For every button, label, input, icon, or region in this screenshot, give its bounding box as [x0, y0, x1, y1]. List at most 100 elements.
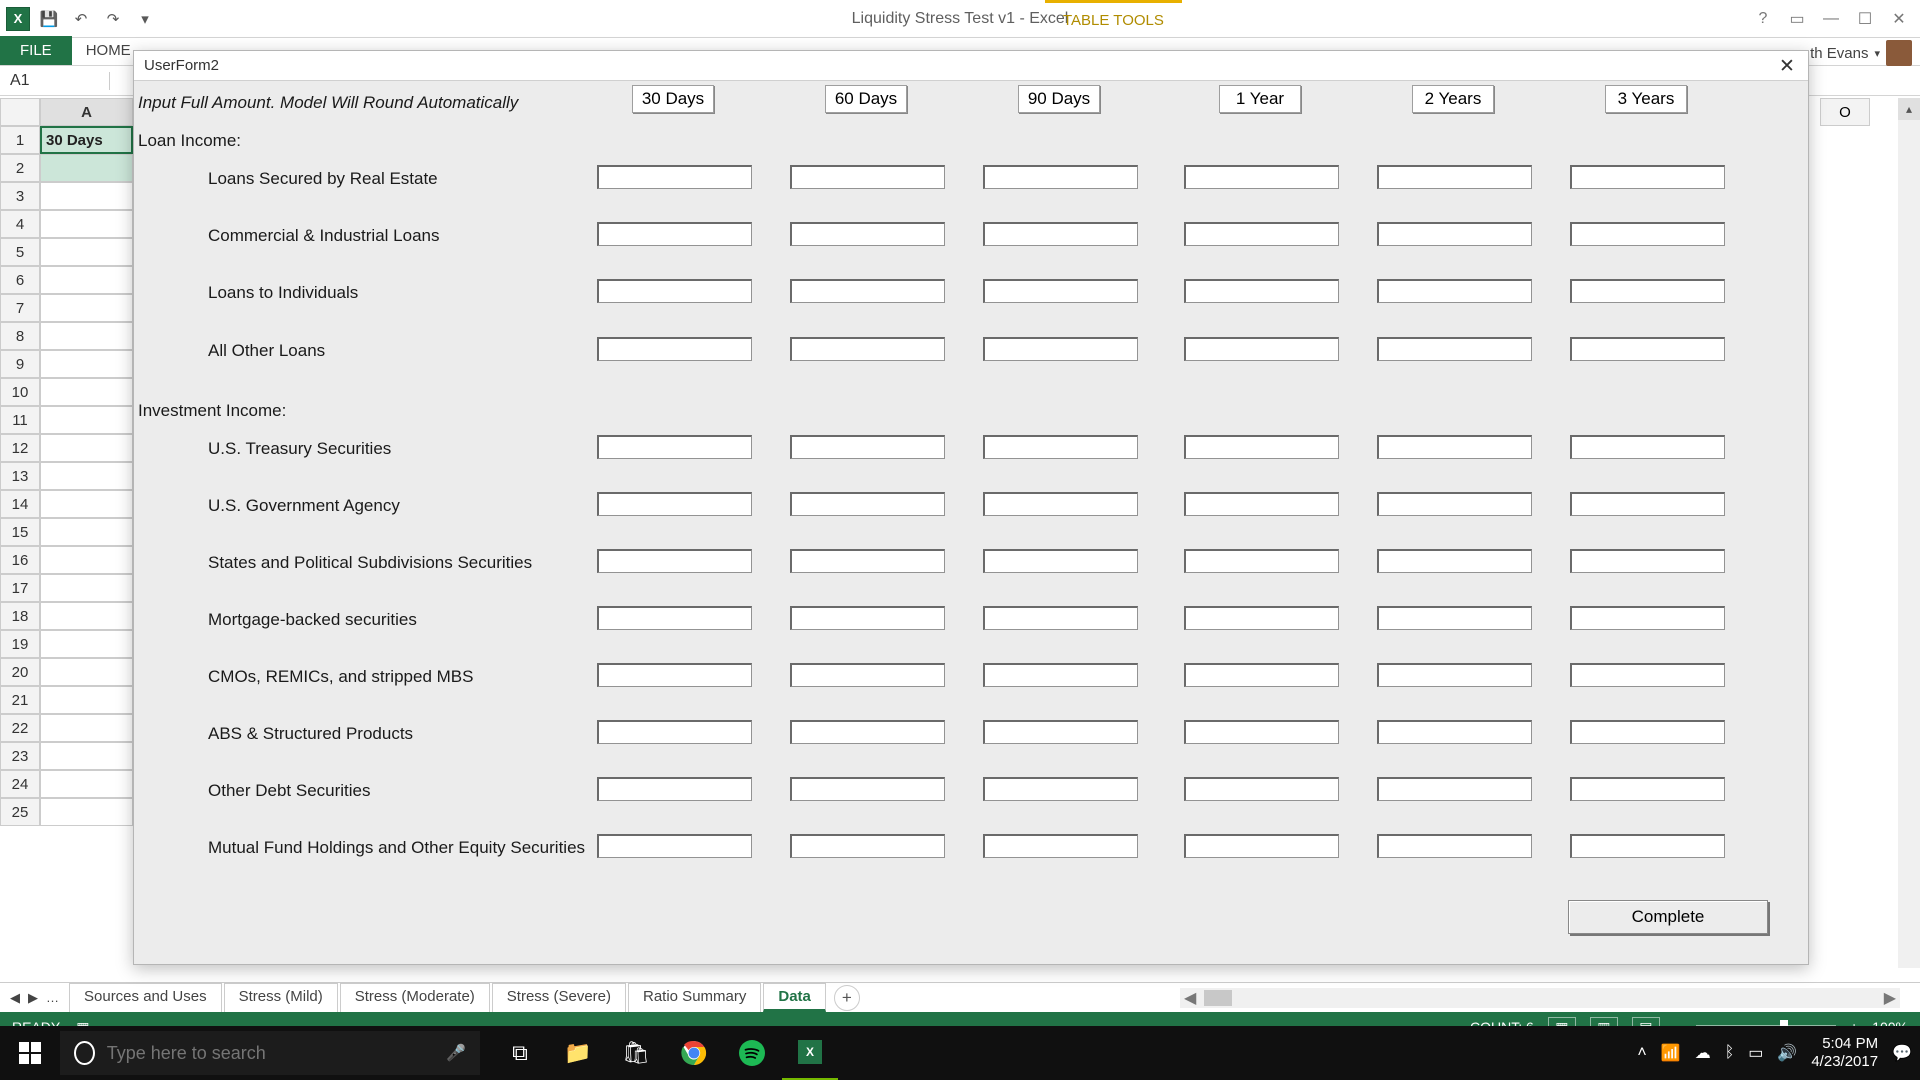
amount-input[interactable]: [1377, 606, 1532, 630]
amount-input[interactable]: [790, 834, 945, 858]
amount-input[interactable]: [597, 720, 752, 744]
row-header[interactable]: 8: [0, 322, 40, 350]
row-header[interactable]: 10: [0, 378, 40, 406]
scroll-right-icon[interactable]: ▶: [1880, 988, 1900, 1008]
amount-input[interactable]: [1184, 834, 1339, 858]
amount-input[interactable]: [597, 549, 752, 573]
amount-input[interactable]: [983, 222, 1138, 246]
row-header[interactable]: 11: [0, 406, 40, 434]
tray-expand-icon[interactable]: ˄: [1637, 1044, 1646, 1062]
amount-input[interactable]: [1570, 549, 1725, 573]
system-clock[interactable]: 5:04 PM 4/23/2017: [1811, 1035, 1878, 1071]
period-header-button[interactable]: 30 Days: [632, 85, 714, 113]
period-header-button[interactable]: 3 Years: [1605, 85, 1687, 113]
amount-input[interactable]: [1184, 337, 1339, 361]
amount-input[interactable]: [1184, 606, 1339, 630]
battery-icon[interactable]: ▭: [1748, 1043, 1763, 1063]
amount-input[interactable]: [1184, 549, 1339, 573]
search-input[interactable]: [107, 1043, 434, 1064]
amount-input[interactable]: [983, 720, 1138, 744]
cell[interactable]: [40, 798, 133, 826]
cell[interactable]: [40, 406, 133, 434]
amount-input[interactable]: [1377, 777, 1532, 801]
amount-input[interactable]: [790, 337, 945, 361]
cell[interactable]: [40, 378, 133, 406]
amount-input[interactable]: [790, 663, 945, 687]
amount-input[interactable]: [597, 606, 752, 630]
amount-input[interactable]: [1570, 492, 1725, 516]
amount-input[interactable]: [1184, 222, 1339, 246]
cell[interactable]: [40, 182, 133, 210]
sheet-tab[interactable]: Sources and Uses: [69, 983, 222, 1012]
row-header[interactable]: 13: [0, 462, 40, 490]
column-header-a[interactable]: A: [40, 98, 133, 126]
amount-input[interactable]: [790, 492, 945, 516]
cell[interactable]: [40, 238, 133, 266]
amount-input[interactable]: [790, 165, 945, 189]
row-header[interactable]: 25: [0, 798, 40, 826]
amount-input[interactable]: [790, 720, 945, 744]
period-header-button[interactable]: 1 Year: [1219, 85, 1301, 113]
amount-input[interactable]: [1377, 435, 1532, 459]
qat-customize-icon[interactable]: ▾: [132, 6, 158, 32]
complete-button[interactable]: Complete: [1568, 900, 1768, 934]
chrome-icon[interactable]: [666, 1026, 722, 1080]
amount-input[interactable]: [1377, 337, 1532, 361]
row-header[interactable]: 18: [0, 602, 40, 630]
cell[interactable]: [40, 686, 133, 714]
new-sheet-button[interactable]: +: [834, 985, 860, 1011]
row-header[interactable]: 7: [0, 294, 40, 322]
period-header-button[interactable]: 60 Days: [825, 85, 907, 113]
amount-input[interactable]: [1570, 222, 1725, 246]
row-header[interactable]: 21: [0, 686, 40, 714]
amount-input[interactable]: [790, 222, 945, 246]
row-header[interactable]: 3: [0, 182, 40, 210]
windows-store-icon[interactable]: 🛍: [608, 1026, 664, 1080]
amount-input[interactable]: [983, 435, 1138, 459]
amount-input[interactable]: [597, 834, 752, 858]
row-header[interactable]: 19: [0, 630, 40, 658]
amount-input[interactable]: [597, 435, 752, 459]
minimize-icon[interactable]: —: [1816, 8, 1846, 30]
undo-icon[interactable]: ↶: [68, 6, 94, 32]
cell[interactable]: [40, 742, 133, 770]
row-header[interactable]: 22: [0, 714, 40, 742]
column-header-o[interactable]: O: [1820, 98, 1870, 126]
row-header[interactable]: 15: [0, 518, 40, 546]
cell[interactable]: [40, 266, 133, 294]
amount-input[interactable]: [597, 222, 752, 246]
amount-input[interactable]: [1570, 606, 1725, 630]
onedrive-icon[interactable]: ☁: [1695, 1043, 1711, 1063]
amount-input[interactable]: [1377, 549, 1532, 573]
sheet-tab[interactable]: Stress (Severe): [492, 983, 626, 1012]
cell[interactable]: [40, 294, 133, 322]
amount-input[interactable]: [790, 549, 945, 573]
amount-input[interactable]: [597, 777, 752, 801]
cell[interactable]: 30 Days: [40, 126, 133, 154]
sheet-tab[interactable]: Ratio Summary: [628, 983, 761, 1012]
save-icon[interactable]: 💾: [36, 6, 62, 32]
amount-input[interactable]: [597, 337, 752, 361]
spotify-icon[interactable]: [724, 1026, 780, 1080]
amount-input[interactable]: [1184, 279, 1339, 303]
row-header[interactable]: 24: [0, 770, 40, 798]
close-icon[interactable]: ✕: [1772, 54, 1802, 78]
amount-input[interactable]: [790, 435, 945, 459]
select-all-corner[interactable]: [0, 98, 40, 126]
amount-input[interactable]: [1377, 663, 1532, 687]
name-box[interactable]: A1: [0, 72, 110, 90]
cell[interactable]: [40, 574, 133, 602]
period-header-button[interactable]: 90 Days: [1018, 85, 1100, 113]
amount-input[interactable]: [983, 549, 1138, 573]
row-header[interactable]: 23: [0, 742, 40, 770]
ribbon-display-icon[interactable]: ▭: [1782, 8, 1812, 30]
amount-input[interactable]: [1377, 279, 1532, 303]
start-button[interactable]: [0, 1026, 60, 1080]
amount-input[interactable]: [597, 663, 752, 687]
amount-input[interactable]: [790, 606, 945, 630]
amount-input[interactable]: [1570, 337, 1725, 361]
amount-input[interactable]: [1570, 777, 1725, 801]
sheet-nav-next-icon[interactable]: ▶: [28, 990, 38, 1006]
file-explorer-icon[interactable]: 📁: [550, 1026, 606, 1080]
row-header[interactable]: 17: [0, 574, 40, 602]
